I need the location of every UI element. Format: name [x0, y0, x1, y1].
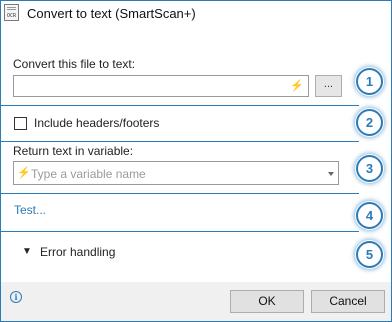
browse-button[interactable]: ...: [315, 75, 342, 97]
step-badge-4: 4: [356, 202, 383, 229]
lightning-bolt-icon: ⚡: [17, 167, 31, 179]
file-section: Convert this file to text: ⚡ ... 1: [1, 27, 391, 105]
test-link[interactable]: Test...: [14, 203, 46, 217]
variable-section: Return text in variable: ⚡ Type a variab…: [1, 142, 391, 192]
error-handling-label[interactable]: Error handling: [40, 245, 115, 259]
dialog-footer: i OK Cancel: [1, 282, 391, 321]
window-title: Convert to text (SmartScan+): [27, 6, 196, 21]
ocr-document-icon: OCR: [4, 4, 19, 21]
file-label: Convert this file to text:: [13, 57, 136, 71]
step-badge-2: 2: [356, 109, 383, 136]
include-headers-checkbox[interactable]: [14, 117, 27, 130]
chevron-down-icon[interactable]: ▼: [22, 246, 32, 257]
step-badge-5: 5: [356, 241, 383, 268]
lightning-bolt-icon: ⚡: [290, 80, 304, 92]
include-headers-label[interactable]: Include headers/footers: [34, 116, 159, 130]
info-icon[interactable]: i: [10, 291, 22, 303]
convert-to-text-dialog: OCR Convert to text (SmartScan+) Convert…: [0, 0, 392, 322]
variable-combobox[interactable]: ⚡ Type a variable name: [13, 161, 339, 185]
file-input[interactable]: ⚡: [13, 75, 309, 97]
variable-placeholder: Type a variable name: [31, 167, 146, 181]
step-badge-3: 3: [356, 155, 383, 182]
error-handling-section: ▼ Error handling 5: [1, 232, 391, 282]
headers-section: Include headers/footers 2: [1, 106, 391, 140]
ok-button[interactable]: OK: [230, 290, 304, 313]
cancel-button[interactable]: Cancel: [311, 290, 385, 313]
step-badge-1: 1: [356, 68, 383, 95]
variable-label: Return text in variable:: [13, 144, 134, 158]
title-bar: OCR Convert to text (SmartScan+): [1, 1, 391, 27]
test-section: Test... 4: [1, 194, 391, 230]
dropdown-arrow-icon[interactable]: [328, 172, 334, 176]
